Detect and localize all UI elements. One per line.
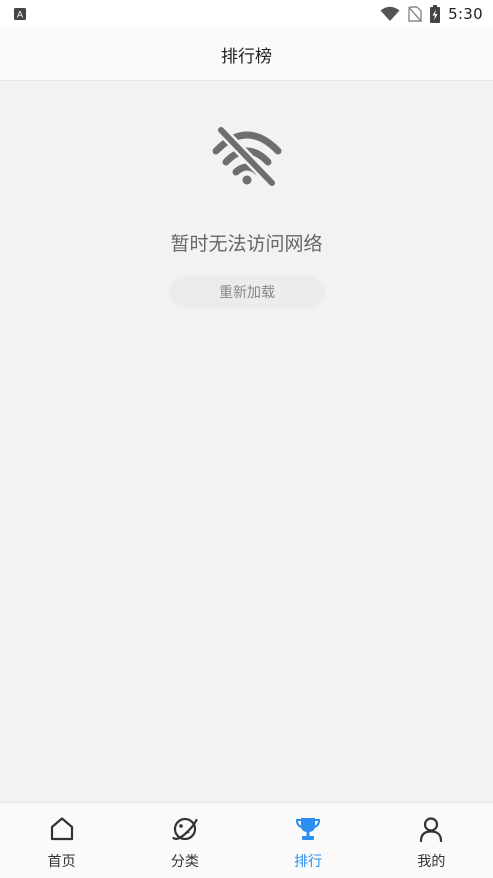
nav-item-profile[interactable]: 我的 <box>370 803 493 878</box>
svg-text:A: A <box>17 11 24 20</box>
planet-icon <box>172 817 198 841</box>
nav-item-category[interactable]: 分类 <box>123 803 246 878</box>
empty-state: 暂时无法访问网络 重新加载 <box>0 81 493 801</box>
nav-item-home[interactable]: 首页 <box>0 803 123 878</box>
no-wifi-icon <box>212 125 282 187</box>
status-left: A <box>14 8 26 20</box>
app-screen: A 5:30 排行榜 暂时无法访问网络 重新加载 首页 分类 排行 我的 <box>0 0 493 878</box>
nav-label-ranking: 排行 <box>294 854 323 870</box>
no-sim-icon <box>408 6 423 22</box>
battery-charging-icon <box>430 5 441 23</box>
reload-button[interactable]: 重新加载 <box>169 276 325 308</box>
wifi-icon <box>380 6 400 21</box>
status-bar: A 5:30 <box>0 0 493 28</box>
nav-item-ranking[interactable]: 排行 <box>247 803 370 878</box>
notification-a-icon: A <box>14 8 26 20</box>
empty-message: 暂时无法访问网络 <box>170 233 323 255</box>
bottom-nav: 首页 分类 排行 我的 <box>0 802 493 878</box>
user-icon <box>420 817 443 843</box>
header: 排行榜 <box>0 28 493 81</box>
page-title: 排行榜 <box>221 46 272 67</box>
home-icon <box>50 817 73 841</box>
trophy-icon <box>296 818 321 840</box>
nav-label-profile: 我的 <box>417 854 446 870</box>
nav-label-category: 分类 <box>170 854 199 870</box>
status-right: 5:30 <box>380 5 483 23</box>
status-time: 5:30 <box>448 5 483 23</box>
nav-label-home: 首页 <box>47 854 76 870</box>
